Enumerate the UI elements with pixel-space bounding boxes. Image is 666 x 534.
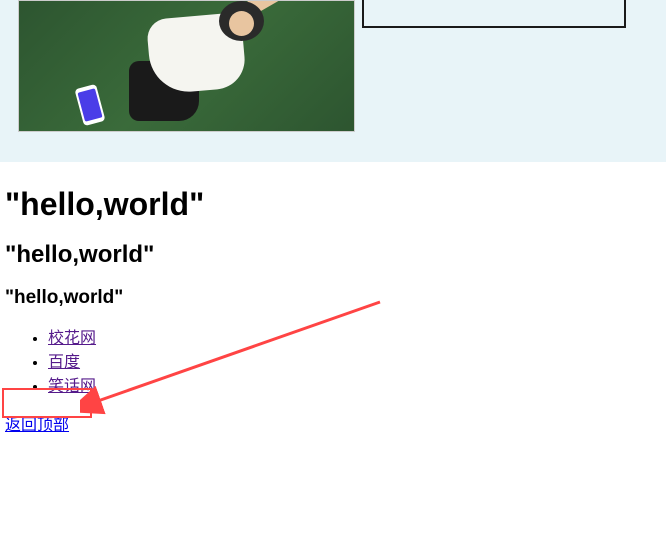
list-item: 校花网 [48,327,666,351]
list-item: 百度 [48,351,666,375]
heading-2: "hello,world" [5,241,666,269]
link-baidu[interactable]: 百度 [48,354,80,371]
list-item: 笑话网 [48,375,666,399]
top-section [0,0,666,162]
heading-1: "hello,world" [5,186,666,223]
hero-image [18,0,355,132]
border-box [362,0,626,28]
link-list: 校花网 百度 笑话网 [0,327,666,399]
heading-3: "hello,world" [5,287,666,309]
back-to-top-link[interactable]: 返回顶部 [5,417,69,434]
link-xiaohua2[interactable]: 笑话网 [48,378,96,395]
link-xiaohua[interactable]: 校花网 [48,330,96,347]
